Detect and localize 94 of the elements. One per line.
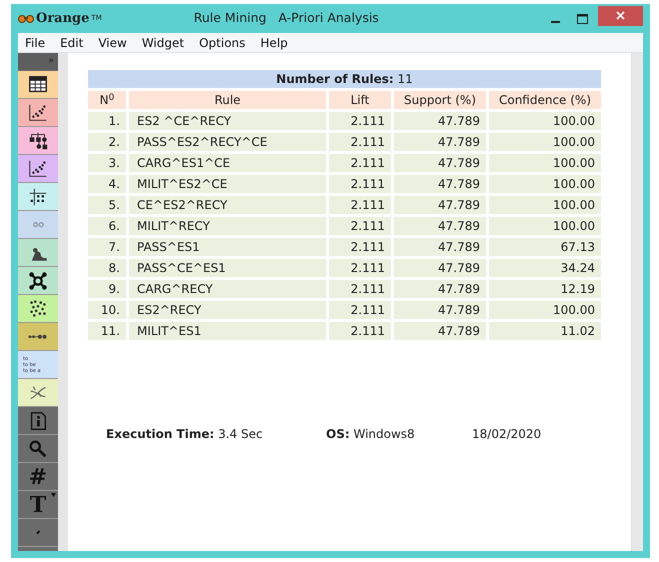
table-cell: 47.789 [394,280,486,298]
table-cell: 47.789 [394,175,486,193]
table-cell: MILIT^ES1 [129,322,326,340]
toolbox-tile[interactable] [18,379,58,407]
table-cell: 100.00 [489,133,601,151]
table-cell: MILIT^ES2^CE [129,175,326,193]
search-icon [27,438,49,460]
table-cell: PASS^ES2^RECY^CE [129,133,326,151]
close-button[interactable] [598,6,643,26]
toolbox-tile[interactable] [18,323,58,351]
dot-sequence-icon [28,334,48,340]
network-icon [27,270,49,292]
column-header: Support (%) [394,91,486,109]
table-cell: 2.111 [329,238,391,256]
table-caption: Number of Rules: 11 [88,70,601,88]
table-cell: 67.13 [489,238,601,256]
table-cell: CE^ES2^RECY [129,196,326,214]
table-cell: PASS^ES1 [129,238,326,256]
dots-icon [32,220,44,228]
table-cell: 47.789 [394,112,486,130]
table-cell: 7. [88,238,126,256]
table-cell: 9. [88,280,126,298]
table-cell: 11. [88,322,126,340]
toolbox-tile[interactable] [18,239,58,267]
table-cell: PASS^CE^ES1 [129,259,326,277]
table-cell: 5. [88,196,126,214]
toolbox-tile[interactable] [18,155,58,183]
table-cell: 2.111 [329,133,391,151]
table-cell: 2.111 [329,280,391,298]
table-cell: 2.111 [329,112,391,130]
table-cell: 6. [88,217,126,235]
menu-item[interactable]: Edit [60,34,84,52]
column-header: Rule [129,91,326,109]
menu-item[interactable]: File [25,34,46,52]
maximize-icon[interactable] [577,14,588,24]
table-cell: 47.789 [394,259,486,277]
table-cell: 2. [88,133,126,151]
table-cell: 8. [88,259,126,277]
table-cell: 2.111 [329,154,391,172]
table-cell: 100.00 [489,217,601,235]
table-cell: 3. [88,154,126,172]
table-cell: 47.789 [394,322,486,340]
close-icon [616,11,625,20]
table-cell: 34.24 [489,259,601,277]
toolbox-tile[interactable] [18,71,58,99]
table-cell: 47.789 [394,301,486,319]
table-cell: 4. [88,175,126,193]
glyph-icon: T [30,494,46,516]
table-cell: CARG^ES1^CE [129,154,326,172]
table-cell: CARG^RECY [129,280,326,298]
column-header: Lift [329,91,391,109]
table-cell: 47.789 [394,238,486,256]
menu-item[interactable]: View [98,34,127,52]
os-info: OS: Windows8 [326,426,416,443]
glyph-icon: # [28,466,48,488]
table-cell: 100.00 [489,196,601,214]
table-cell: ES2 ^CE^RECY [129,112,326,130]
table-cell: 100.00 [489,112,601,130]
column-header: N$^{0}$ [88,91,126,109]
execution-time: Execution Time: 3.4 Sec [106,426,264,443]
toolbox-tile[interactable] [18,127,58,155]
menu-item[interactable]: Help [260,34,288,52]
window-title: Rule Mining A-Priori Analysis [194,9,379,28]
app-logo: Orange [36,10,90,28]
table-cell: 1. [88,112,126,130]
table-cell: 100.00 [489,154,601,172]
table-cell: ES2^RECY [129,301,326,319]
table-cell: 100.00 [489,301,601,319]
table-cell: 2.111 [329,196,391,214]
table-cell: 2.111 [329,259,391,277]
table-cell: 100.00 [489,175,601,193]
table-cell: 47.789 [394,154,486,172]
menu-item[interactable]: Widget [142,34,184,52]
table-cell: 47.789 [394,196,486,214]
glasses-icon [18,14,34,24]
toolbox-tile[interactable] [18,99,58,127]
table-cell: 2.111 [329,301,391,319]
table-cell: 10. [88,301,126,319]
toolbox-tile[interactable] [18,267,58,295]
menu-item[interactable]: Options [199,34,246,52]
table-cell: MILIT^RECY [129,217,326,235]
table-cell: 47.789 [394,133,486,151]
table-cell: 12.19 [489,280,601,298]
date-text: 18/02/2020 [472,426,542,443]
column-header: Confidence (%) [489,91,601,109]
table-cell: 11.02 [489,322,601,340]
table-cell: 47.789 [394,217,486,235]
table-cell: 2.111 [329,217,391,235]
toolbox-tile[interactable] [18,183,58,211]
table-cell: 2.111 [329,175,391,193]
toolbox-tile[interactable]: T [18,491,58,519]
table-cell: 2.111 [329,322,391,340]
toolbox-tile[interactable] [18,211,58,239]
toolbox-tile[interactable] [18,295,58,323]
